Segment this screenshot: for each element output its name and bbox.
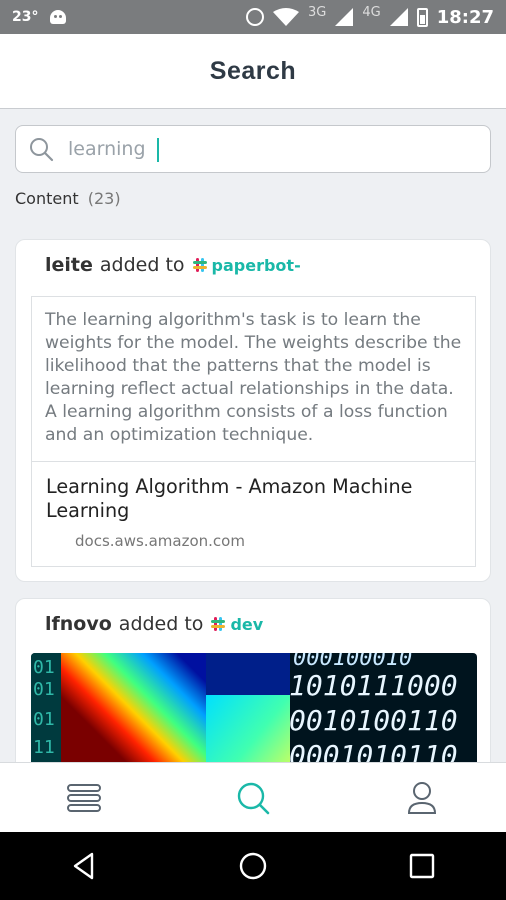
battery-icon xyxy=(416,7,428,27)
results-count: (23) xyxy=(87,189,121,208)
binary-line-2: 0010100110 xyxy=(289,704,458,737)
home-icon[interactable] xyxy=(238,851,268,881)
card-action: added to xyxy=(99,254,185,276)
search-input[interactable] xyxy=(68,138,448,160)
binary-line-1: 1010111000 xyxy=(289,669,458,702)
bottom-navigation xyxy=(0,762,506,832)
network-3g-label: 3G xyxy=(307,4,327,20)
link-domain: docs.aws.amazon.com xyxy=(75,532,245,550)
card-channel[interactable]: dev xyxy=(230,615,263,634)
nav-profile[interactable] xyxy=(337,763,506,832)
slack-channel-icon xyxy=(211,617,226,631)
app-header: Search xyxy=(0,34,506,109)
network-4g-label: 4G xyxy=(362,4,381,20)
alarm-icon xyxy=(245,8,264,26)
results-label: Content xyxy=(15,189,79,208)
text-cursor xyxy=(157,138,159,162)
signal-4g-icon xyxy=(389,8,408,26)
svg-text:01: 01 xyxy=(33,709,55,730)
temperature-text: 23° xyxy=(12,9,39,25)
slack-channel-icon xyxy=(192,258,207,272)
back-icon[interactable] xyxy=(69,851,99,881)
search-icon xyxy=(237,782,270,814)
svg-text:01: 01 xyxy=(33,679,55,700)
card-header: leite added to paperbot- xyxy=(45,254,301,276)
card-header: lfnovo added to dev xyxy=(45,613,263,635)
svg-text:11: 11 xyxy=(33,737,55,758)
page-title: Search xyxy=(209,56,297,85)
nav-feed[interactable] xyxy=(0,763,169,832)
search-box[interactable] xyxy=(15,125,491,173)
feed-icon xyxy=(67,783,102,812)
card-user[interactable]: lfnovo xyxy=(45,613,112,635)
android-notification-icon xyxy=(50,10,67,24)
clock-text: 18:27 xyxy=(436,6,494,28)
profile-icon xyxy=(407,781,436,814)
nav-search[interactable] xyxy=(169,763,338,832)
link-info[interactable]: Learning Algorithm - Amazon Machine Lear… xyxy=(32,461,475,568)
svg-text:01: 01 xyxy=(33,657,55,678)
link-preview[interactable]: The learning algorithm's task is to lear… xyxy=(31,296,476,567)
system-navigation-bar xyxy=(0,832,506,900)
link-title[interactable]: Learning Algorithm - Amazon Machine Lear… xyxy=(46,475,461,523)
search-icon xyxy=(30,138,54,162)
content-card[interactable]: leite added to paperbot- The learning al… xyxy=(15,239,491,582)
card-channel[interactable]: paperbot- xyxy=(212,256,301,275)
results-summary: Content (23) xyxy=(15,189,121,208)
wifi-icon xyxy=(272,8,299,26)
card-user[interactable]: leite xyxy=(45,254,93,276)
recents-icon[interactable] xyxy=(407,851,437,881)
card-action: added to xyxy=(118,613,204,635)
status-bar: 23° 3G 4G 18:27 xyxy=(0,0,506,34)
signal-3g-icon xyxy=(335,8,354,26)
quote-text: The learning algorithm's task is to lear… xyxy=(45,310,462,445)
